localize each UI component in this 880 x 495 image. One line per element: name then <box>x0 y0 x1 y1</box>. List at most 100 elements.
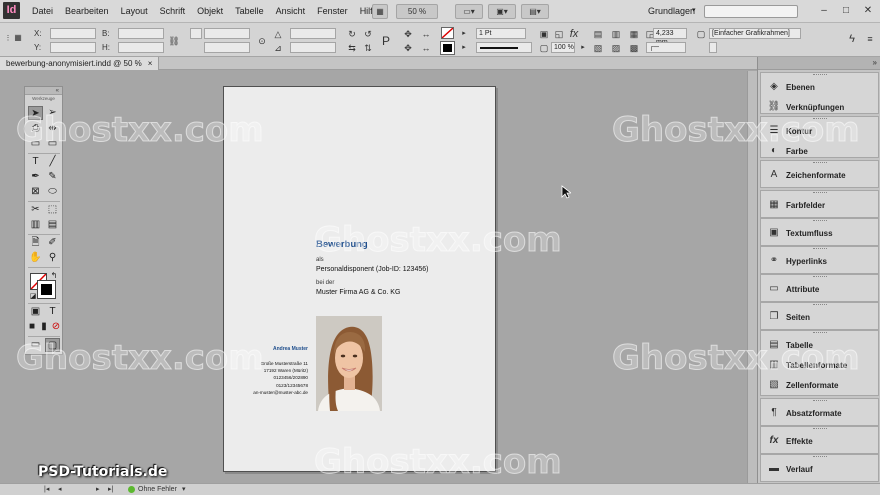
rotate-cw-icon[interactable]: ↻ <box>346 28 358 40</box>
opacity-icon[interactable]: ▢ <box>538 42 550 54</box>
cv-address-block[interactable]: Große Musterstraße 11 17192 Waren (Mürit… <box>238 360 308 396</box>
applicant-photo[interactable] <box>316 316 382 411</box>
stroke-type-select[interactable] <box>476 42 532 53</box>
panel-item-hyperlinks[interactable]: ⚭ Hyperlinks <box>767 253 827 269</box>
scale-x-field[interactable] <box>204 28 250 39</box>
direct-selection-tool-icon[interactable]: ➢ <box>45 106 60 120</box>
auto-fit-icon[interactable]: ▣ <box>538 28 550 40</box>
page-nav-first-icon[interactable]: |◂ <box>44 484 49 495</box>
fill-frame-icon[interactable]: ▧ <box>592 42 604 54</box>
panel-item-absatzformate[interactable]: ¶ Absatzformate <box>767 405 841 421</box>
menu-fenster[interactable]: Fenster <box>311 0 354 23</box>
scale-y-field[interactable] <box>204 42 250 53</box>
menu-datei[interactable]: Datei <box>26 0 59 23</box>
panel-item-verknüpfungen[interactable]: ⛓ Verknüpfungen <box>767 99 845 115</box>
object-style-select[interactable]: [Einfacher Grafikrahmen] <box>709 28 801 39</box>
panel-grip[interactable] <box>813 220 827 222</box>
cv-als-text[interactable]: als <box>316 257 324 263</box>
screen-mode-button[interactable]: ▣▾ <box>488 4 516 19</box>
ellipse-tool-icon[interactable]: ⬭ <box>45 185 60 199</box>
pen-tool-icon[interactable]: ✒ <box>28 170 43 184</box>
select-previous-icon[interactable]: ✥ <box>402 42 414 54</box>
menu-layout[interactable]: Layout <box>115 0 154 23</box>
menu-ansicht[interactable]: Ansicht <box>270 0 312 23</box>
page-nav-next-icon[interactable]: ▸ <box>96 484 100 495</box>
chevron-down-icon[interactable]: ▾ <box>692 6 696 14</box>
arrange-documents-button[interactable]: ▤▾ <box>521 4 549 19</box>
flip-v-icon[interactable]: ⇅ <box>362 42 374 54</box>
x-field[interactable] <box>50 28 96 39</box>
gradient-feather-tool-icon[interactable]: ▤ <box>45 218 60 232</box>
document-page[interactable]: Bewerbung als Personaldisponent (Job-ID:… <box>223 86 496 472</box>
expand-panels-icon[interactable]: » <box>873 58 877 67</box>
rotate-ccw-icon[interactable]: ↺ <box>362 28 374 40</box>
stroke-weight-field[interactable]: 1 Pt <box>476 28 526 39</box>
reference-point-icon[interactable]: ▦ <box>12 32 24 44</box>
bridge-button[interactable]: ▦ <box>372 4 388 19</box>
cv-company-text[interactable]: Muster Firma AG & Co. KG <box>316 289 400 296</box>
chevron-right-icon[interactable]: ▸ <box>458 28 470 40</box>
fill-swatch[interactable] <box>441 27 454 39</box>
panel-item-seiten[interactable]: ❐ Seiten <box>767 309 811 325</box>
stroke-color-swatch[interactable] <box>37 280 56 299</box>
panel-item-textumfluss[interactable]: ▣ Textumfluss <box>767 225 832 241</box>
formatting-text-icon[interactable]: T <box>45 305 60 319</box>
panel-dock-header[interactable]: » <box>758 57 880 70</box>
view-options-button[interactable]: ▭▾ <box>455 4 483 19</box>
content-placer-icon[interactable]: ▭ <box>45 137 60 151</box>
cv-bei-text[interactable]: bei der <box>316 280 334 286</box>
panel-grip[interactable] <box>813 456 827 458</box>
panel-item-attribute[interactable]: ▭ Attribute <box>767 281 819 297</box>
eyedropper-tool-icon[interactable]: ✐ <box>45 236 60 250</box>
apply-gradient-icon[interactable]: ▮ <box>38 320 50 334</box>
fit-frame-icon[interactable]: ▤ <box>592 28 604 40</box>
panel-item-tabellenformate[interactable]: ▥ Tabellenformate <box>767 357 847 373</box>
shear-field[interactable] <box>290 42 336 53</box>
content-collector-icon[interactable]: ▭ <box>28 137 43 151</box>
lightning-icon[interactable]: ϟ <box>846 33 858 45</box>
collapse-icon[interactable]: « <box>56 88 59 94</box>
panel-grip[interactable] <box>813 276 827 278</box>
chevron-right-icon[interactable]: ▸ <box>577 42 589 54</box>
panel-item-ebenen[interactable]: ◈ Ebenen <box>767 79 815 95</box>
corner-icon[interactable]: ◱ <box>553 28 565 40</box>
select-content-icon[interactable]: ↔ <box>420 28 432 40</box>
help-search-input[interactable] <box>704 5 798 18</box>
zoom-select[interactable]: 50 % <box>396 4 438 19</box>
rotation-field[interactable] <box>290 28 336 39</box>
panel-grip[interactable] <box>813 118 827 120</box>
y-field[interactable] <box>50 42 96 53</box>
document-tab[interactable]: bewerbung-anonymisiert.indd @ 50 % × <box>0 57 160 70</box>
cv-applicant-name[interactable]: Andrea Muster <box>254 346 308 352</box>
width-field[interactable] <box>118 28 164 39</box>
tools-panel-header[interactable]: « <box>25 87 62 95</box>
panel-item-zeichenformate[interactable]: A Zeichenformate <box>767 167 846 183</box>
height-field[interactable] <box>118 42 164 53</box>
panel-grip[interactable] <box>813 332 827 334</box>
scissors-tool-icon[interactable]: ✂ <box>28 203 43 217</box>
center-content-icon[interactable]: ▦ <box>628 28 640 40</box>
note-tool-icon[interactable]: 🗎 <box>28 236 43 250</box>
rectangle-frame-tool-icon[interactable]: ⊠ <box>28 185 43 199</box>
gradient-swatch-tool-icon[interactable]: ▥ <box>28 218 43 232</box>
panel-item-zellenformate[interactable]: ▧ Zellenformate <box>767 377 838 393</box>
free-transform-tool-icon[interactable]: ⬚ <box>45 203 60 217</box>
panel-grip[interactable] <box>813 304 827 306</box>
menu-tabelle[interactable]: Tabelle <box>229 0 270 23</box>
panel-grip[interactable] <box>813 162 827 164</box>
preflight-status-text[interactable]: Ohne Fehler <box>138 484 177 495</box>
menu-schrift[interactable]: Schrift <box>154 0 192 23</box>
select-next-icon[interactable]: ↔ <box>420 42 432 54</box>
fit-content-icon[interactable]: ▥ <box>610 28 622 40</box>
size-field[interactable]: 4,233 mm <box>653 28 687 46</box>
fx-icon[interactable]: fx <box>568 28 580 40</box>
page-tool-icon[interactable]: ⎙ <box>28 122 43 136</box>
panel-grip[interactable] <box>813 248 827 250</box>
panel-item-farbfelder[interactable]: ▦ Farbfelder <box>767 197 825 213</box>
panel-grip[interactable] <box>813 74 827 76</box>
swap-colors-icon[interactable]: ↰ <box>49 269 59 283</box>
object-style-stepper[interactable] <box>709 42 717 53</box>
close-icon[interactable]: × <box>148 57 153 70</box>
select-container-icon[interactable]: ✥ <box>402 28 414 40</box>
normal-view-icon[interactable]: ▭ <box>28 338 43 352</box>
